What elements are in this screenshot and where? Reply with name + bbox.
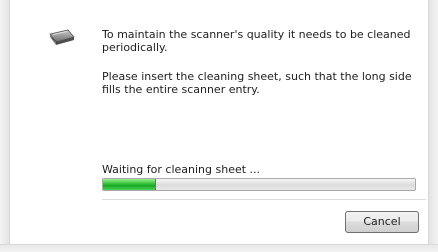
scanner-icon bbox=[49, 29, 75, 45]
maintenance-message: To maintain the scanner's quality it nee… bbox=[102, 28, 411, 54]
separator bbox=[102, 199, 426, 200]
window-frame-left bbox=[0, 0, 10, 252]
window-frame-right bbox=[428, 0, 438, 252]
instruction-message: Please insert the cleaning sheet, such t… bbox=[102, 70, 412, 96]
window-frame-bottom bbox=[0, 244, 438, 252]
progress-fill bbox=[103, 179, 157, 190]
cancel-button[interactable]: Cancel bbox=[345, 211, 419, 233]
status-text: Waiting for cleaning sheet ... bbox=[102, 163, 261, 176]
progress-bar bbox=[102, 178, 416, 191]
cleaning-dialog: To maintain the scanner's quality it nee… bbox=[0, 0, 438, 252]
dialog-content: To maintain the scanner's quality it nee… bbox=[10, 0, 428, 244]
